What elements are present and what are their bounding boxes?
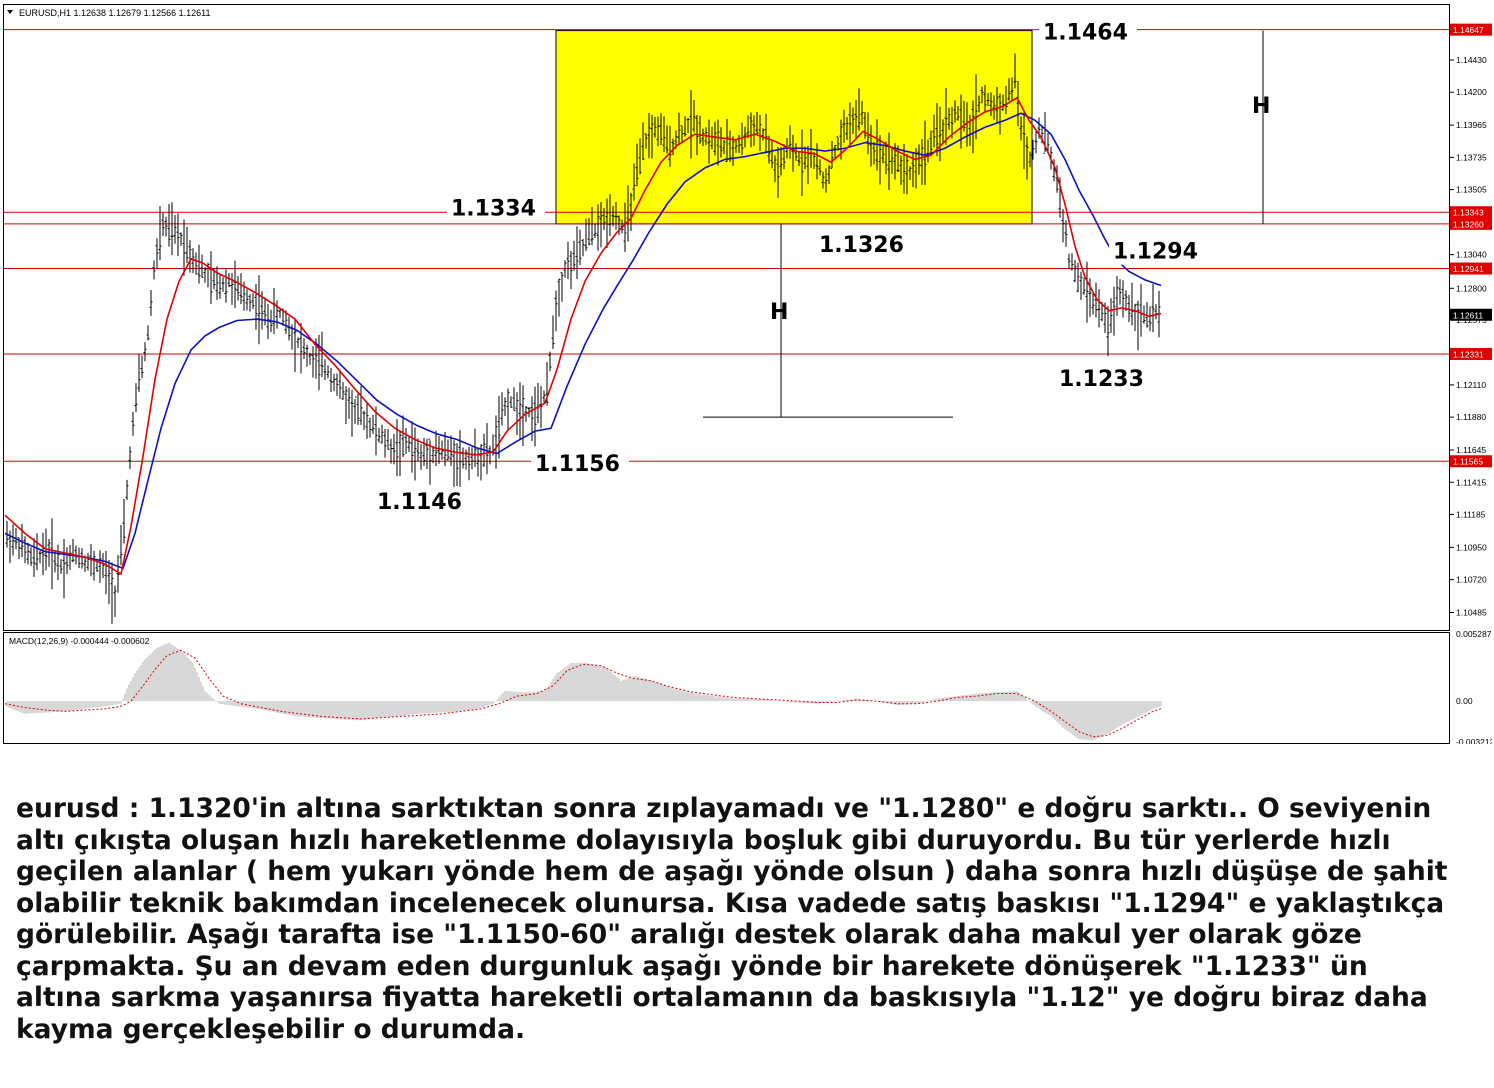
price-annotation-label: 1.1156 [535,452,620,477]
current-price-tag-label: 1.12611 [1453,310,1483,320]
y-axis-tick-label: 1.14200 [1456,87,1487,97]
y-axis-tick-label: 1.11415 [1456,477,1486,487]
commentary-line: olabilir teknik bakımdan incelenecek olu… [16,887,1445,919]
y-axis-tick-label: 1.11185 [1456,509,1486,519]
price-level-tag-label: 1.12941 [1453,264,1484,274]
price-level-tag-label: 1.13260 [1453,219,1484,229]
price-level-tag-label: 1.13343 [1453,208,1484,218]
y-axis-tick-label: 1.14430 [1456,55,1487,65]
commentary-line: çarpmakta. Şu an devam eden durgunluk aş… [16,950,1368,982]
price-annotation-label: 1.1464 [1043,21,1128,46]
price-annotation-label: 1.1334 [451,197,536,222]
y-axis-tick-label: 1.13505 [1456,185,1487,195]
commentary-line: altı çıkışta oluşan hızlı hareketlenme d… [16,824,1391,856]
macd-axis-tick-label: 0.00 [1456,696,1473,706]
y-axis-tick-label: 1.13735 [1456,152,1487,162]
chart-panel[interactable]: EURUSD,H1 1.12638 1.12679 1.12566 1.1261… [3,4,1492,744]
commentary-line: eurusd : 1.1320'in altına sarktıktan son… [16,793,1432,824]
macd-indicator-label: MACD(12,26,9) -0.000444 -0.000602 [9,636,150,646]
chart-symbol-header: EURUSD,H1 1.12638 1.12679 1.12566 1.1261… [19,8,210,18]
y-axis-tick-label: 1.12110 [1456,380,1486,390]
commentary-line: altına sarkma yaşanırsa fiyatta hareketl… [16,982,1428,1013]
y-axis-tick-label: 1.11880 [1456,412,1486,422]
measure-label-h: H [1252,94,1270,119]
y-axis-tick-label: 1.11645 [1456,445,1486,455]
macd-axis-tick-label: 0.005287 [1456,629,1492,639]
analysis-commentary: eurusd : 1.1320'in altına sarktıktan son… [16,793,1486,1045]
commentary-line: geçilen alanlar ( hem yukarı yönde hem d… [16,856,1448,887]
price-chart[interactable]: EURUSD,H1 1.12638 1.12679 1.12566 1.1261… [3,4,1492,744]
macd-axis-tick-label: -0.003212 [1456,737,1492,744]
y-axis-tick-label: 1.13040 [1456,250,1487,260]
price-level-tag-label: 1.11565 [1453,457,1483,467]
y-axis-tick-label: 1.10485 [1456,607,1487,617]
measure-label-h: H [770,300,788,325]
y-axis-tick-label: 1.10950 [1456,542,1487,552]
price-annotation-label: 1.1326 [819,233,904,258]
price-level-tag-label: 1.14647 [1453,25,1484,35]
commentary-line: görülebilir. Aşağı tarafta ise "1.1150-6… [16,919,1362,950]
macd-plot-frame [3,632,1450,744]
y-axis-tick-label: 1.12800 [1456,283,1487,293]
commentary-line: kayma gerçekleşebilir o durumda. [16,1013,526,1045]
y-axis-tick-label: 1.10720 [1456,575,1487,585]
price-annotation-label: 1.1146 [377,490,462,515]
price-annotation-label: 1.1294 [1113,240,1198,265]
price-annotation-label: 1.1233 [1059,367,1144,392]
price-level-tag-label: 1.12331 [1453,349,1484,359]
y-axis-tick-label: 1.13965 [1456,120,1487,130]
